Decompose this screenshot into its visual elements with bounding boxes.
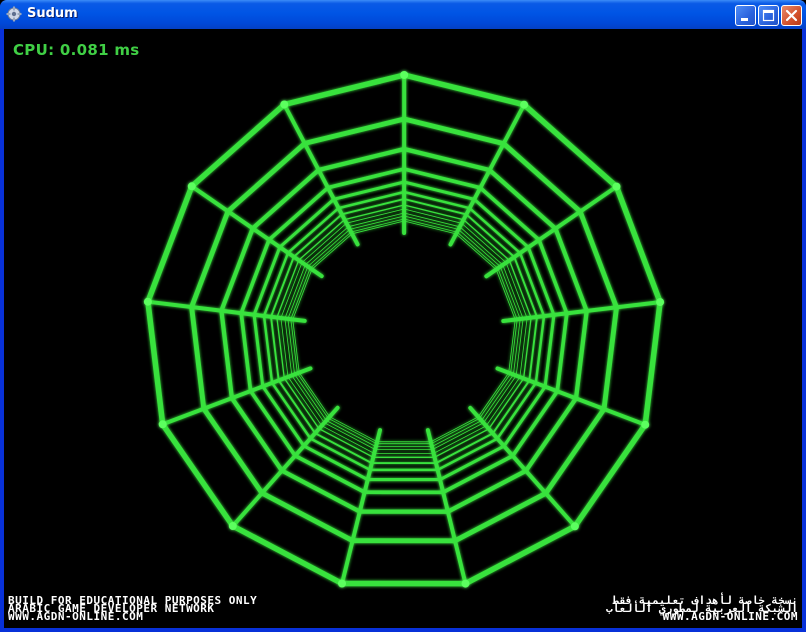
title-bar[interactable]: Sudum [0,0,806,29]
tunnel-spoke [484,184,619,279]
tunnel-vertex [641,420,650,429]
tunnel-ring [280,208,528,454]
game-viewport[interactable]: CPU: 0.081 ms BUILD FOR EDUCATIONAL PURP… [4,29,802,628]
tunnel-vertex [338,579,346,588]
maximize-button[interactable] [758,5,779,26]
tunnel-vertex [520,100,529,109]
tunnel-spoke [495,366,648,427]
minimize-icon [741,18,748,21]
close-button[interactable] [781,5,802,26]
tunnel-vertex [143,297,152,306]
tunnel-vertex [228,522,237,530]
cpu-readout: CPU: 0.081 ms [13,41,140,59]
tunnel-vertex [570,522,579,531]
tunnel-vertex [612,182,621,191]
tunnel-vertex [461,579,470,588]
tunnel-ring [287,215,521,448]
footer-credits-english: BUILD FOR EDUCATIONAL PURPOSES ONLY ARAB… [8,595,257,623]
tunnel-vertex [280,100,289,109]
tunnel-spoke [160,366,313,427]
tunnel-ring [284,212,524,450]
footer-left-line: WWW.AGDN-ONLINE.COM [8,610,144,623]
maximize-icon [762,9,775,22]
tunnel-vertex [187,182,196,191]
minimize-button[interactable] [735,5,756,26]
tunnel-wireframe [143,71,665,588]
tunnel-ring [276,204,532,458]
window-title: Sudum [27,6,78,21]
app-window: Sudum CPU: 0.081 ms BUILD FOR EDUCATIONA… [0,0,806,632]
tunnel-vertex [656,298,665,307]
footer-credits-arabic: نسخة خاصة لأهداف تعليمية فقط الشبكة العر… [606,595,798,622]
tunnel-vertex [158,420,167,429]
app-icon[interactable] [6,6,22,22]
close-icon [785,9,798,22]
tunnel-spoke [189,184,324,279]
tunnel-vertex [400,71,409,79]
tunnel-ring [270,198,538,465]
